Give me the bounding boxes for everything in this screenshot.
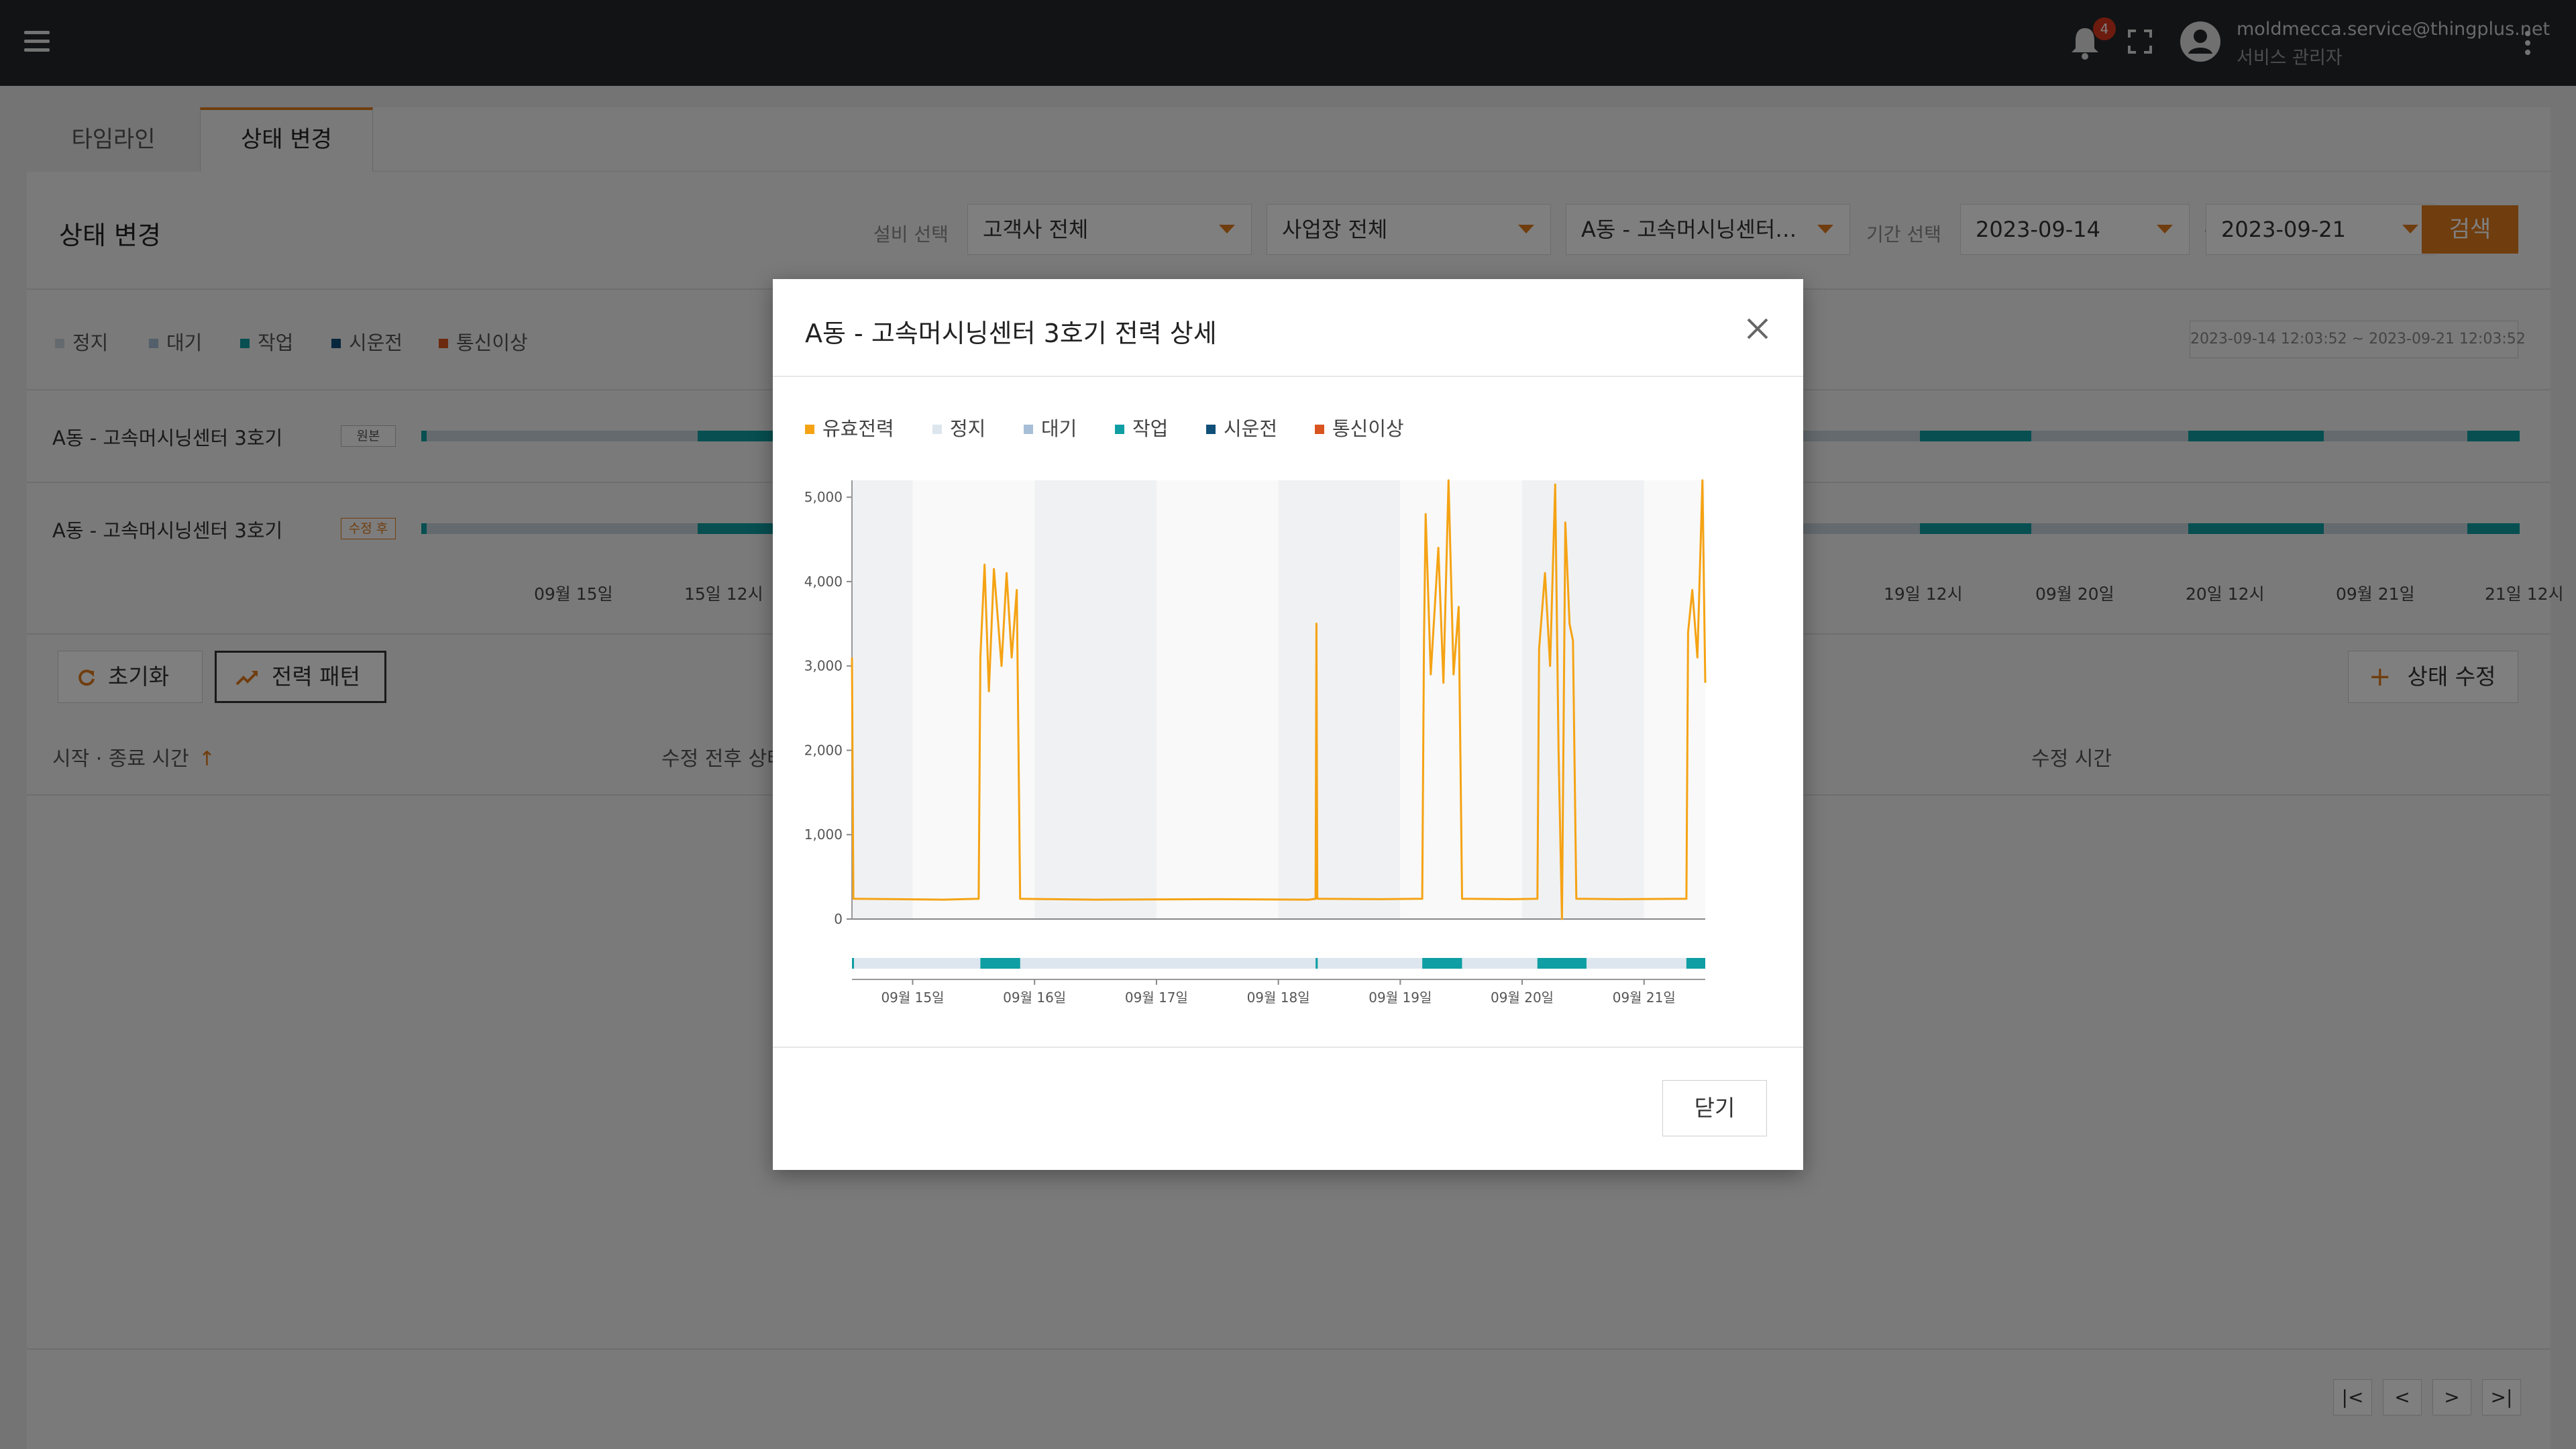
legend-item-work: 작업	[1115, 413, 1168, 441]
power-detail-modal: A동 - 고속머시닝센터 3호기 전력 상세 유효전력 정지 대기 작업 시운전…	[773, 279, 1803, 1170]
status-segment	[1686, 958, 1705, 969]
x-tick-label: 09월 17일	[1125, 989, 1188, 1006]
legend-item-idle: 대기	[1024, 413, 1077, 441]
day-band	[912, 480, 1035, 919]
status-segment	[1316, 958, 1318, 969]
x-tick-label: 09월 18일	[1247, 989, 1310, 1006]
modal-footer-divider	[773, 1046, 1803, 1048]
modal-header-divider	[773, 376, 1803, 377]
y-tick-label: 3,000	[804, 658, 843, 674]
y-tick-label: 0	[834, 911, 843, 927]
x-tick-label: 09월 19일	[1368, 989, 1432, 1006]
legend-item-active-power: 유효전력	[805, 413, 894, 441]
y-tick-label: 5,000	[804, 489, 843, 505]
status-segment	[1537, 958, 1587, 969]
day-band	[1156, 480, 1279, 919]
day-band	[1522, 480, 1644, 919]
x-tick-label: 09월 15일	[881, 989, 944, 1006]
legend-item-comm-error: 통신이상	[1315, 413, 1404, 441]
legend-item-trial: 시운전	[1206, 413, 1277, 441]
status-segment	[1422, 958, 1462, 969]
close-button[interactable]: 닫기	[1662, 1080, 1767, 1136]
y-tick-label: 1,000	[804, 826, 843, 843]
status-segment	[852, 958, 854, 969]
power-chart[interactable]: 0 1,000 2,000 3,000 4,000 5,000 09월 15일 09월 16일…	[800, 458, 1779, 1008]
day-band	[852, 480, 913, 919]
x-tick-label: 09월 16일	[1003, 989, 1066, 1006]
day-band	[1278, 480, 1401, 919]
close-icon[interactable]	[1741, 313, 1774, 345]
modal-title: A동 - 고속머시닝센터 3호기 전력 상세	[805, 319, 1217, 348]
x-tick-label: 09월 20일	[1491, 989, 1554, 1006]
x-tick-label: 09월 21일	[1613, 989, 1676, 1006]
y-tick-label: 4,000	[804, 574, 843, 590]
day-band	[1034, 480, 1157, 919]
day-band	[1644, 480, 1705, 919]
status-segment	[980, 958, 1020, 969]
y-tick-label: 2,000	[804, 742, 843, 758]
legend-item-stop: 정지	[932, 413, 985, 441]
